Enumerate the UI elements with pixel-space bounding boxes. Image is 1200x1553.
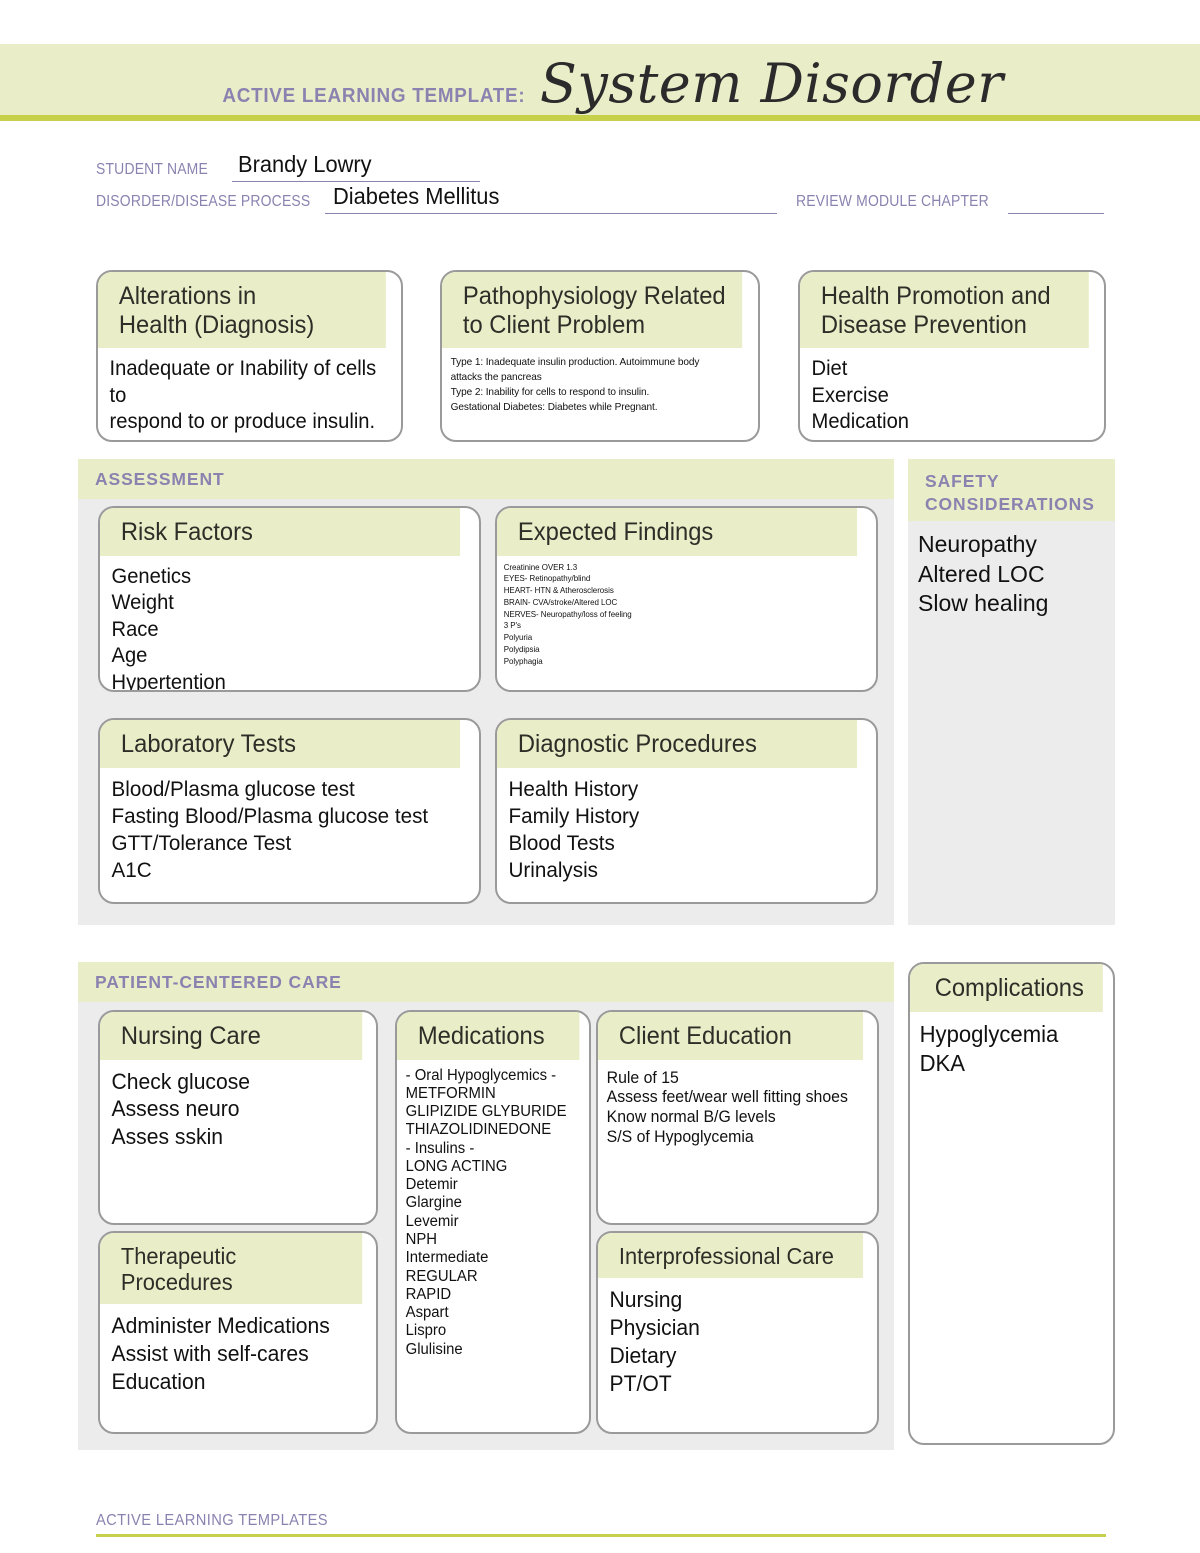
footer-divider: [96, 1534, 1106, 1537]
complications-card: Complications Hypoglycemia DKA: [908, 962, 1115, 1445]
alterations-in-health-title: Alterations in Health (Diagnosis): [98, 272, 386, 348]
safety-considerations-panel: SAFETY CONSIDERATIONS Neuropathy Altered…: [908, 459, 1115, 925]
template-banner: ACTIVE LEARNING TEMPLATE: System Disorde…: [0, 44, 1200, 121]
pathophysiology-card: Pathophysiology Related to Client Proble…: [440, 270, 760, 442]
complications-title: Complications: [910, 964, 1103, 1012]
diagnostic-procedures-card: Diagnostic Procedures Health History Fam…: [495, 718, 878, 904]
health-promotion-card: Health Promotion and Disease Prevention …: [798, 270, 1106, 442]
pathophysiology-title: Pathophysiology Related to Client Proble…: [442, 272, 743, 348]
page-title: System Disorder: [539, 52, 1004, 115]
review-module-chapter-input[interactable]: [1008, 188, 1104, 214]
health-promotion-title: Health Promotion and Disease Prevention: [800, 272, 1089, 348]
client-education-card: Client Education Rule of 15 Assess feet/…: [596, 1010, 879, 1225]
safety-considerations-heading: SAFETY CONSIDERATIONS: [908, 459, 1115, 521]
nursing-care-card: Nursing Care Check glucose Assess neuro …: [98, 1010, 378, 1225]
health-promotion-body[interactable]: Diet Exercise Medication: [800, 348, 1092, 440]
safety-considerations-body[interactable]: Neuropathy Altered LOC Slow healing: [908, 521, 1115, 619]
diagnostic-procedures-title: Diagnostic Procedures: [497, 720, 858, 768]
laboratory-tests-body[interactable]: Blood/Plasma glucose test Fasting Blood/…: [100, 768, 464, 893]
laboratory-tests-title: Laboratory Tests: [100, 720, 461, 768]
student-name-label: STUDENT NAME: [96, 161, 208, 178]
interprofessional-care-body[interactable]: Nursing Physician Dietary PT/OT: [598, 1278, 866, 1406]
patient-centered-care-heading: PATIENT-CENTERED CARE: [78, 962, 894, 1002]
laboratory-tests-card: Laboratory Tests Blood/Plasma glucose te…: [98, 718, 481, 904]
student-name-row: STUDENT NAME Brandy Lowry: [96, 151, 1106, 184]
interprofessional-care-title: Interprofessional Care: [598, 1233, 864, 1279]
therapeutic-procedures-title: Therapeutic Procedures: [100, 1233, 363, 1305]
pathophysiology-body[interactable]: Type 1: Inadequate insulin production. A…: [442, 348, 745, 421]
disorder-process-value: Diabetes Mellitus: [333, 183, 500, 209]
alterations-in-health-card: Alterations in Health (Diagnosis) Inadeq…: [96, 270, 403, 442]
expected-findings-title: Expected Findings: [497, 508, 858, 556]
client-education-title: Client Education: [598, 1012, 864, 1060]
system-disorder-worksheet: { "header": { "kicker": "ACTIVE LEARNING…: [0, 0, 1200, 1553]
review-module-chapter-label: REVIEW MODULE CHAPTER: [796, 193, 989, 210]
footer: ACTIVE LEARNING TEMPLATES: [96, 1512, 1106, 1537]
medications-title: Medications: [397, 1012, 580, 1060]
student-name-value: Brandy Lowry: [238, 151, 372, 177]
footer-brand: ACTIVE LEARNING TEMPLATES: [96, 1512, 328, 1529]
nursing-care-body[interactable]: Check glucose Assess neuro Asses sskin: [100, 1060, 365, 1160]
therapeutic-procedures-body[interactable]: Administer Medications Assist with self-…: [100, 1304, 365, 1404]
complications-body[interactable]: Hypoglycemia DKA: [910, 1012, 1105, 1086]
medications-card: Medications - Oral Hypoglycemics - METFO…: [395, 1010, 591, 1434]
disorder-process-row: DISORDER/DISEASE PROCESS Diabetes Mellit…: [96, 183, 1106, 216]
risk-factors-card: Risk Factors Genetics Weight Race Age Hy…: [98, 506, 481, 692]
assessment-heading: ASSESSMENT: [78, 459, 894, 499]
risk-factors-body[interactable]: Genetics Weight Race Age Hypertention Hy…: [100, 556, 464, 691]
expected-findings-card: Expected Findings Creatinine OVER 1.3 EY…: [495, 506, 878, 692]
alterations-in-health-body[interactable]: Inadequate or Inability of cells to resp…: [98, 348, 389, 440]
therapeutic-procedures-card: Therapeutic Procedures Administer Medica…: [98, 1231, 378, 1434]
identification-block: STUDENT NAME Brandy Lowry DISORDER/DISEA…: [96, 151, 1106, 216]
expected-findings-body[interactable]: Creatinine OVER 1.3 EYES- Retinopathy/bl…: [497, 556, 861, 674]
risk-factors-title: Risk Factors: [100, 508, 461, 556]
medications-body[interactable]: - Oral Hypoglycemics - METFORMIN GLIPIZI…: [397, 1060, 581, 1366]
client-education-body[interactable]: Rule of 15 Assess feet/wear well fitting…: [598, 1060, 866, 1154]
disorder-process-label: DISORDER/DISEASE PROCESS: [96, 193, 311, 210]
banner-kicker: ACTIVE LEARNING TEMPLATE:: [222, 84, 526, 107]
nursing-care-title: Nursing Care: [100, 1012, 363, 1060]
diagnostic-procedures-body[interactable]: Health History Family History Blood Test…: [497, 768, 861, 893]
interprofessional-care-card: Interprofessional Care Nursing Physician…: [596, 1231, 879, 1434]
